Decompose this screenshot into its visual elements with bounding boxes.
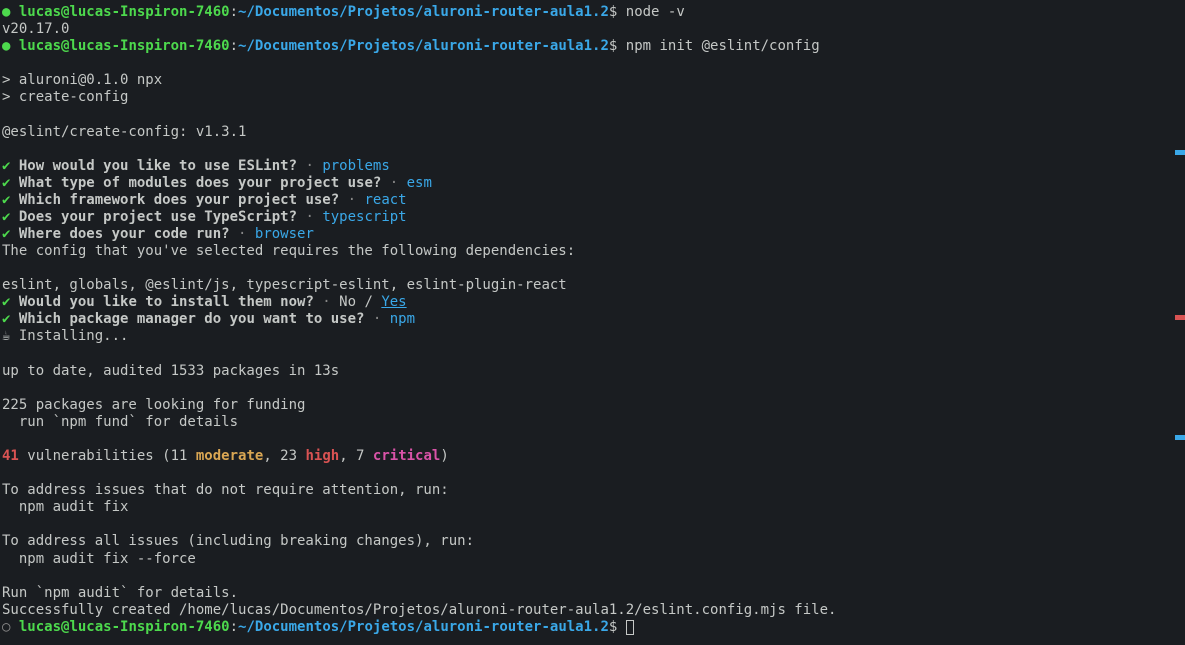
output-line: run `npm fund` for details: [2, 414, 1183, 431]
user-host: lucas@lucas-Inspiron-7460: [19, 38, 230, 54]
output-line: To address issues that do not require at…: [2, 482, 1183, 499]
terminal-output[interactable]: ● lucas@lucas-Inspiron-7460:~/Documentos…: [2, 4, 1183, 636]
command-text: npm init @eslint/config: [617, 38, 819, 54]
question-line: ✔ Would you like to install them now? · …: [2, 294, 1183, 311]
question-line: ✔ Where does your code run? · browser: [2, 226, 1183, 243]
output-line: > aluroni@0.1.0 npx: [2, 72, 1183, 89]
output-line: @eslint/create-config: v1.3.1: [2, 124, 1183, 141]
cwd-path: ~/Documentos/Projetos/aluroni-router-aul…: [238, 38, 609, 54]
question-line: ✔ Which package manager do you want to u…: [2, 311, 1183, 328]
output-line: The config that you've selected requires…: [2, 243, 1183, 260]
answer-text: problems: [322, 158, 389, 174]
cwd-path: ~/Documentos/Projetos/aluroni-router-aul…: [238, 619, 609, 635]
cwd-path: ~/Documentos/Projetos/aluroni-router-aul…: [238, 4, 609, 20]
output-line: ☕ Installing...: [2, 328, 1183, 345]
answer-text: esm: [407, 175, 432, 191]
output-line: > create-config: [2, 89, 1183, 106]
output-line: eslint, globals, @eslint/js, typescript-…: [2, 277, 1183, 294]
vulnerability-line: 41 vulnerabilities (11 moderate, 23 high…: [2, 448, 1183, 465]
output-line: To address all issues (including breakin…: [2, 533, 1183, 550]
command-text: node -v: [617, 4, 684, 20]
question-line: ✔ Does your project use TypeScript? · ty…: [2, 209, 1183, 226]
output-line: Run `npm audit` for details.: [2, 585, 1183, 602]
prompt-line-3[interactable]: ○ lucas@lucas-Inspiron-7460:~/Documentos…: [2, 619, 1183, 636]
user-host: lucas@lucas-Inspiron-7460: [19, 4, 230, 20]
prompt-line-1: ● lucas@lucas-Inspiron-7460:~/Documentos…: [2, 4, 1183, 21]
status-bullet: ○: [2, 619, 10, 635]
scrollbar[interactable]: [1175, 0, 1185, 645]
output-line: v20.17.0: [2, 21, 1183, 38]
output-line: npm audit fix: [2, 499, 1183, 516]
status-bullet: ●: [2, 4, 10, 20]
output-line: npm audit fix --force: [2, 551, 1183, 568]
user-host: lucas@lucas-Inspiron-7460: [19, 619, 230, 635]
answer-text: Yes: [381, 294, 406, 310]
answer-text: npm: [390, 311, 415, 327]
answer-text: typescript: [322, 209, 406, 225]
prompt-line-2: ● lucas@lucas-Inspiron-7460:~/Documentos…: [2, 38, 1183, 55]
question-line: ✔ What type of modules does your project…: [2, 175, 1183, 192]
output-line: Successfully created /home/lucas/Documen…: [2, 602, 1183, 619]
output-line: up to date, audited 1533 packages in 13s: [2, 363, 1183, 380]
scroll-mark: [1175, 150, 1185, 155]
output-line: 225 packages are looking for funding: [2, 397, 1183, 414]
status-bullet: ●: [2, 38, 10, 54]
cursor-icon[interactable]: [626, 620, 634, 635]
answer-text: react: [364, 192, 406, 208]
answer-text: browser: [255, 226, 314, 242]
question-line: ✔ Which framework does your project use?…: [2, 192, 1183, 209]
scroll-mark: [1175, 315, 1185, 320]
scroll-mark: [1175, 435, 1185, 440]
question-line: ✔ How would you like to use ESLint? · pr…: [2, 158, 1183, 175]
